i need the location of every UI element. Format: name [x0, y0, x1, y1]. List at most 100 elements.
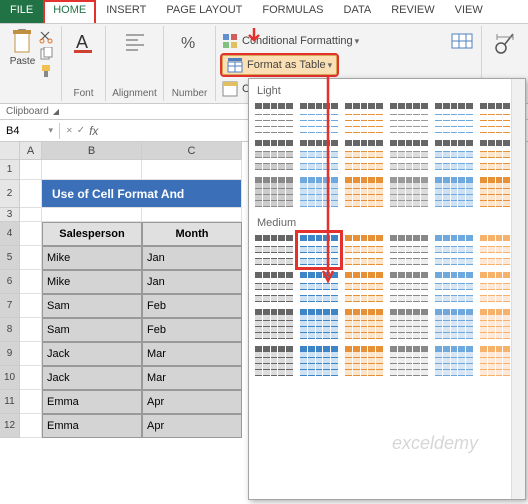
cells-icon[interactable] — [448, 28, 476, 56]
row-header[interactable]: 10 — [0, 366, 20, 390]
dialog-launcher-icon[interactable]: ◢ — [53, 107, 59, 116]
cancel-icon[interactable]: ✕ — [66, 126, 73, 135]
cell[interactable]: Jan — [142, 246, 242, 270]
table-style-thumb[interactable] — [343, 307, 385, 341]
table-style-thumb[interactable] — [253, 307, 295, 341]
table-style-thumb[interactable] — [298, 344, 340, 378]
tab-page-layout[interactable]: PAGE LAYOUT — [156, 0, 252, 23]
cell[interactable] — [20, 246, 42, 270]
number-icon[interactable]: % — [176, 28, 204, 56]
cell[interactable] — [20, 414, 42, 438]
fx-icon[interactable]: fx — [89, 124, 98, 138]
table-style-thumb[interactable] — [253, 101, 295, 135]
table-style-thumb[interactable] — [343, 175, 385, 209]
cell[interactable]: Feb — [142, 318, 242, 342]
table-style-thumb[interactable] — [433, 270, 475, 304]
table-style-thumb[interactable] — [433, 344, 475, 378]
table-style-thumb[interactable] — [298, 307, 340, 341]
cell[interactable] — [20, 208, 42, 222]
cell[interactable]: Salesperson — [42, 222, 142, 246]
col-header-b[interactable]: B — [42, 142, 142, 160]
cell[interactable]: Jack — [42, 366, 142, 390]
cell[interactable]: Mar — [142, 366, 242, 390]
row-header[interactable]: 8 — [0, 318, 20, 342]
cell[interactable] — [20, 342, 42, 366]
tab-review[interactable]: REVIEW — [381, 0, 444, 23]
table-style-thumb[interactable] — [433, 175, 475, 209]
tab-insert[interactable]: INSERT — [96, 0, 156, 23]
cut-icon[interactable] — [39, 30, 53, 44]
format-painter-icon[interactable] — [39, 64, 53, 78]
cell[interactable] — [20, 180, 42, 208]
cell[interactable] — [42, 160, 142, 180]
table-style-thumb[interactable] — [253, 233, 295, 267]
row-header[interactable]: 7 — [0, 294, 20, 318]
cell[interactable]: Feb — [142, 294, 242, 318]
table-style-thumb[interactable] — [388, 138, 430, 172]
row-header[interactable]: 1 — [0, 160, 20, 180]
table-style-thumb[interactable] — [388, 233, 430, 267]
cell[interactable]: Sam — [42, 318, 142, 342]
paste-icon[interactable] — [9, 28, 37, 56]
row-header[interactable]: 2 — [0, 180, 20, 208]
table-style-thumb[interactable] — [433, 307, 475, 341]
cell[interactable] — [42, 208, 142, 222]
cell[interactable]: Jan — [142, 270, 242, 294]
col-header-a[interactable]: A — [20, 142, 42, 160]
gallery-scrollbar[interactable] — [511, 79, 525, 499]
cell[interactable]: Emma — [42, 390, 142, 414]
table-style-thumb[interactable] — [388, 175, 430, 209]
table-style-thumb[interactable] — [433, 138, 475, 172]
row-header[interactable]: 4 — [0, 222, 20, 246]
table-style-thumb[interactable] — [433, 101, 475, 135]
enter-icon[interactable]: ✓ — [77, 125, 85, 136]
cell[interactable]: Mar — [142, 342, 242, 366]
row-header[interactable]: 6 — [0, 270, 20, 294]
cell[interactable] — [20, 294, 42, 318]
row-header[interactable]: 12 — [0, 414, 20, 438]
table-style-thumb[interactable] — [253, 138, 295, 172]
cell[interactable] — [142, 160, 242, 180]
cell[interactable] — [20, 270, 42, 294]
cell[interactable] — [20, 390, 42, 414]
tab-file[interactable]: FILE — [0, 0, 43, 23]
table-style-thumb[interactable] — [388, 270, 430, 304]
cell[interactable]: Use of Cell Format And — [42, 180, 242, 208]
row-header[interactable]: 11 — [0, 390, 20, 414]
tab-formulas[interactable]: FORMULAS — [252, 0, 333, 23]
font-icon[interactable]: A — [70, 28, 98, 56]
table-style-thumb[interactable] — [433, 233, 475, 267]
cell[interactable]: Jack — [42, 342, 142, 366]
alignment-icon[interactable] — [121, 28, 149, 56]
cell[interactable] — [142, 208, 242, 222]
cell[interactable] — [20, 160, 42, 180]
cell[interactable]: Month — [142, 222, 242, 246]
conditional-formatting-button[interactable]: Conditional Formatting ▾ — [222, 30, 436, 52]
table-style-thumb[interactable] — [343, 344, 385, 378]
cell[interactable]: Sam — [42, 294, 142, 318]
format-as-table-button[interactable]: Format as Table ▾ — [222, 55, 337, 75]
cell[interactable]: Apr — [142, 390, 242, 414]
tab-view[interactable]: VIEW — [445, 0, 493, 23]
row-header[interactable]: 5 — [0, 246, 20, 270]
table-style-thumb[interactable] — [388, 101, 430, 135]
table-style-thumb[interactable] — [343, 233, 385, 267]
table-style-thumb[interactable] — [253, 270, 295, 304]
table-style-thumb[interactable] — [253, 344, 295, 378]
tab-data[interactable]: DATA — [334, 0, 382, 23]
row-header[interactable]: 9 — [0, 342, 20, 366]
tab-home[interactable]: HOME — [43, 0, 96, 23]
table-style-thumb[interactable] — [298, 175, 340, 209]
col-header-c[interactable]: C — [142, 142, 242, 160]
cell[interactable] — [20, 366, 42, 390]
cell[interactable]: Apr — [142, 414, 242, 438]
cell[interactable] — [20, 222, 42, 246]
table-style-thumb[interactable] — [388, 307, 430, 341]
cell[interactable]: Emma — [42, 414, 142, 438]
editing-icon[interactable] — [491, 28, 519, 56]
cell[interactable] — [20, 318, 42, 342]
table-style-thumb[interactable] — [298, 138, 340, 172]
table-style-thumb[interactable] — [343, 138, 385, 172]
table-style-thumb[interactable] — [298, 233, 340, 267]
table-style-thumb[interactable] — [343, 270, 385, 304]
